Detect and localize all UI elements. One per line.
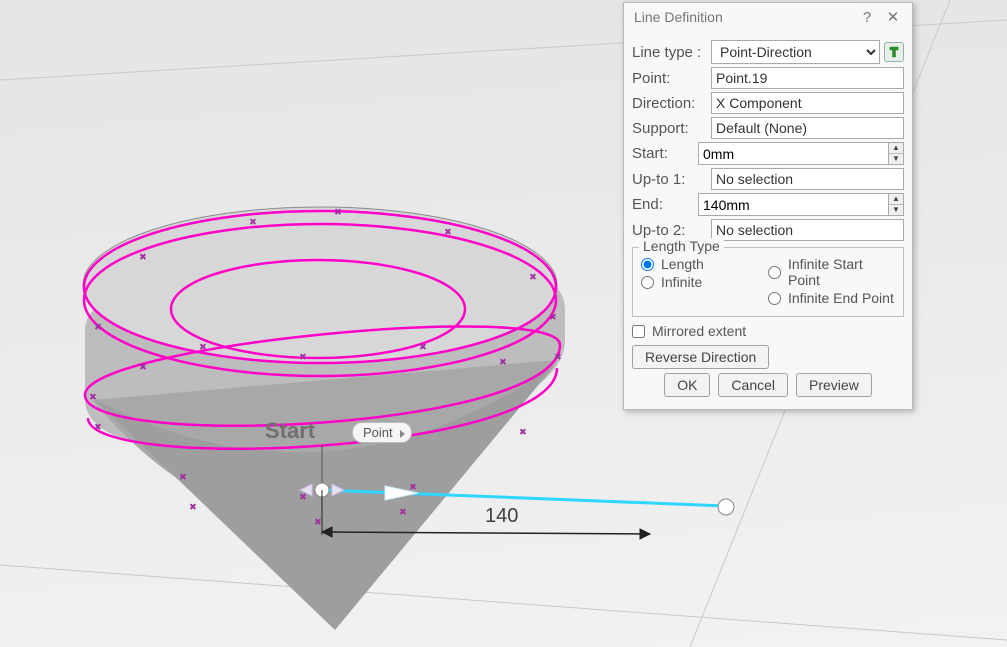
infinite-radio[interactable]: Infinite — [641, 274, 768, 290]
infinite-start-radio[interactable]: Infinite Start Point — [768, 256, 895, 288]
length-type-group: Length Type Length Infinite Infinite Sta… — [632, 247, 904, 317]
cone-body — [83, 207, 565, 630]
direction-label: Direction: — [632, 95, 707, 112]
svg-text:×: × — [190, 502, 196, 513]
line-type-label: Line type : — [632, 44, 707, 61]
svg-text:×: × — [180, 472, 186, 483]
support-input[interactable] — [711, 117, 904, 139]
upto2-input[interactable] — [711, 219, 904, 241]
point-label: Point: — [632, 70, 707, 87]
upto1-input[interactable] — [711, 168, 904, 190]
svg-text:×: × — [140, 362, 146, 373]
cancel-button[interactable]: Cancel — [718, 373, 788, 397]
line-type-select[interactable]: Point-Direction — [711, 40, 880, 64]
close-button[interactable]: ✕ — [880, 8, 906, 26]
line-definition-dialog: Line Definition ? ✕ Line type : Point-Di… — [623, 2, 913, 410]
svg-text:×: × — [300, 352, 306, 363]
svg-text:×: × — [555, 352, 561, 363]
infinite-end-radio[interactable]: Infinite End Point — [768, 290, 895, 306]
svg-text:×: × — [550, 312, 556, 323]
svg-text:×: × — [200, 342, 206, 353]
point-tag[interactable]: Point — [352, 422, 412, 443]
start-spinner[interactable]: ▲▼ — [888, 142, 904, 165]
direction-input[interactable] — [711, 92, 904, 114]
formula-icon[interactable] — [884, 42, 904, 62]
svg-text:×: × — [335, 207, 341, 218]
help-button[interactable]: ? — [854, 9, 880, 26]
svg-text:×: × — [445, 227, 451, 238]
svg-text:×: × — [315, 517, 321, 528]
svg-text:×: × — [250, 217, 256, 228]
start-input[interactable] — [698, 142, 888, 165]
svg-text:×: × — [95, 422, 101, 433]
ok-button[interactable]: OK — [664, 373, 710, 397]
mirrored-extent-checkbox[interactable]: Mirrored extent — [632, 323, 904, 339]
svg-text:×: × — [95, 322, 101, 333]
svg-text:×: × — [90, 392, 96, 403]
dimension-value: 140 — [485, 505, 518, 528]
end-spinner[interactable]: ▲▼ — [888, 193, 904, 216]
svg-text:×: × — [530, 272, 536, 283]
start-label: Start — [265, 418, 315, 444]
titlebar: Line Definition ? ✕ — [624, 3, 912, 31]
svg-text:×: × — [500, 357, 506, 368]
svg-text:×: × — [400, 507, 406, 518]
point-input[interactable] — [711, 67, 904, 89]
end-handle — [718, 499, 734, 515]
support-label: Support: — [632, 120, 707, 137]
svg-text:×: × — [300, 492, 306, 503]
preview-button[interactable]: Preview — [796, 373, 872, 397]
start-field-label: Start: — [632, 145, 694, 162]
svg-text:×: × — [420, 342, 426, 353]
length-type-legend: Length Type — [639, 238, 724, 254]
svg-text:×: × — [140, 252, 146, 263]
end-input[interactable] — [698, 193, 888, 216]
end-field-label: End: — [632, 196, 694, 213]
upto1-label: Up-to 1: — [632, 171, 707, 188]
dialog-title: Line Definition — [634, 9, 854, 25]
length-radio[interactable]: Length — [641, 256, 768, 272]
svg-text:×: × — [520, 427, 526, 438]
upto2-label: Up-to 2: — [632, 222, 707, 239]
reverse-direction-button[interactable]: Reverse Direction — [632, 345, 769, 369]
